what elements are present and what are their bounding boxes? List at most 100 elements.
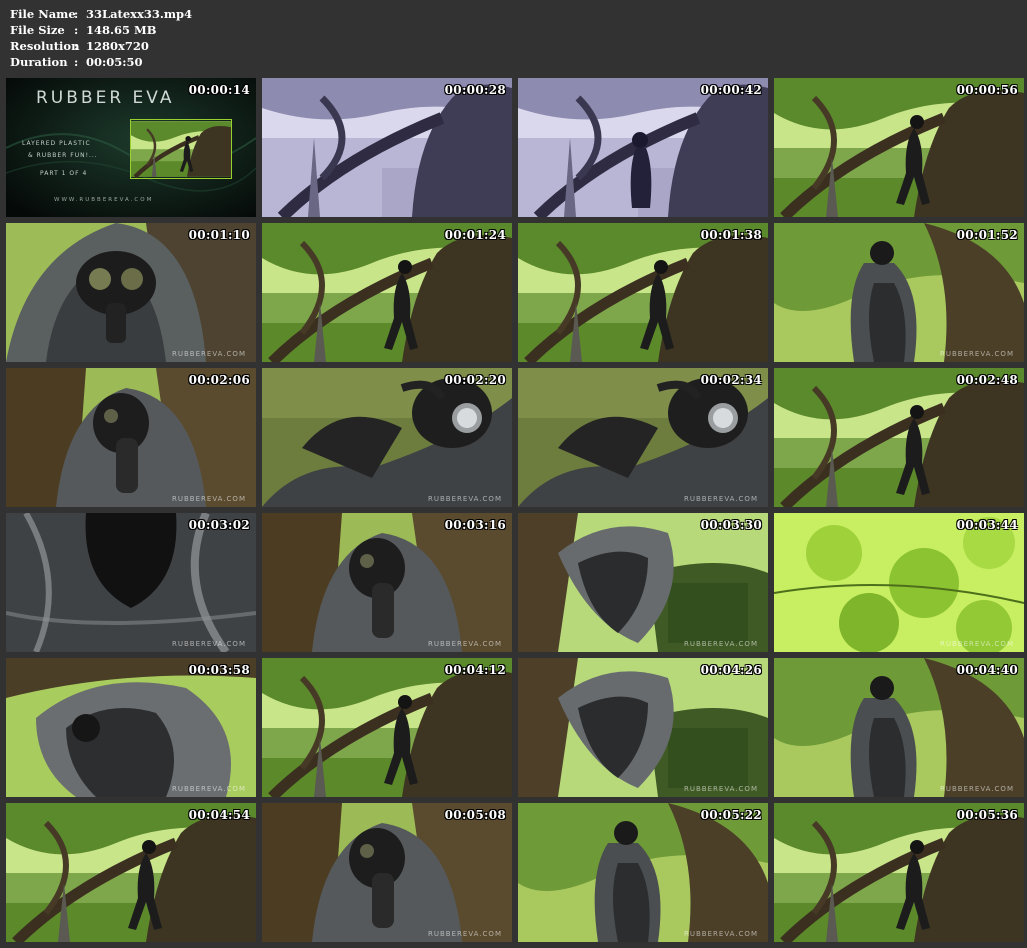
resolution-value: 1280x720 bbox=[86, 39, 149, 53]
thumbnail[interactable]: 00:00:56 bbox=[774, 78, 1024, 217]
duration-value: 00:05:50 bbox=[86, 55, 143, 69]
timestamp: 00:03:30 bbox=[700, 518, 762, 532]
title-card-url: WWW.RUBBEREVA.COM bbox=[54, 197, 154, 203]
timestamp: 00:02:20 bbox=[444, 373, 506, 387]
title-card-subtitle-2: & RUBBER FUN!... bbox=[28, 152, 98, 159]
watermark: RUBBEREVA.COM bbox=[172, 495, 246, 503]
thumbnail-image bbox=[6, 513, 256, 652]
watermark: RUBBEREVA.COM bbox=[684, 495, 758, 503]
thumbnail-image bbox=[6, 368, 256, 507]
timestamp: 00:05:08 bbox=[444, 808, 506, 822]
thumbnail[interactable]: 00:01:38 bbox=[518, 223, 768, 362]
file-name-label: File Name bbox=[10, 7, 76, 21]
thumbnail[interactable]: 00:02:48 bbox=[774, 368, 1024, 507]
thumbnail-image bbox=[518, 223, 768, 362]
thumbnail[interactable]: RUBBEREVA.COM 00:04:26 bbox=[518, 658, 768, 797]
thumbnail[interactable]: 00:05:36 bbox=[774, 803, 1024, 942]
separator: : bbox=[74, 7, 79, 21]
timestamp: 00:03:58 bbox=[188, 663, 250, 677]
watermark: RUBBEREVA.COM bbox=[428, 930, 502, 938]
watermark: RUBBEREVA.COM bbox=[428, 495, 502, 503]
thumbnail-image bbox=[518, 803, 768, 942]
separator: : bbox=[74, 55, 79, 69]
thumbnail-image bbox=[262, 223, 512, 362]
watermark: RUBBEREVA.COM bbox=[172, 785, 246, 793]
thumbnail[interactable]: 00:00:28 bbox=[262, 78, 512, 217]
thumbnail-image bbox=[6, 803, 256, 942]
title-card-brand: RUBBER EVA bbox=[36, 88, 175, 108]
timestamp: 00:01:10 bbox=[188, 228, 250, 242]
watermark: RUBBEREVA.COM bbox=[428, 640, 502, 648]
thumbnail-image bbox=[262, 368, 512, 507]
thumbnail-image bbox=[6, 223, 256, 362]
watermark: RUBBEREVA.COM bbox=[940, 350, 1014, 358]
duration-label: Duration bbox=[10, 55, 68, 69]
thumbnail[interactable]: RUBBEREVA.COM 00:02:06 bbox=[6, 368, 256, 507]
thumbnail[interactable]: RUBBEREVA.COM 00:03:44 bbox=[774, 513, 1024, 652]
file-name-value: 33Latexx33.mp4 bbox=[86, 7, 193, 21]
thumbnail-image bbox=[262, 803, 512, 942]
thumbnail[interactable]: RUBBEREVA.COM 00:03:30 bbox=[518, 513, 768, 652]
timestamp: 00:05:36 bbox=[956, 808, 1018, 822]
thumbnail-image bbox=[774, 368, 1024, 507]
timestamp: 00:04:12 bbox=[444, 663, 506, 677]
thumbnail[interactable]: RUBBEREVA.COM 00:05:22 bbox=[518, 803, 768, 942]
thumbnail[interactable]: RUBBEREVA.COM 00:02:34 bbox=[518, 368, 768, 507]
thumbnail[interactable]: 00:04:12 bbox=[262, 658, 512, 797]
thumbnail[interactable]: RUBBEREVA.COM 00:04:40 bbox=[774, 658, 1024, 797]
thumbnail-grid: RUBBER EVA LAYERED PLASTIC & RUBBER FUN!… bbox=[6, 78, 1024, 942]
thumbnail-image bbox=[518, 513, 768, 652]
timestamp: 00:02:34 bbox=[700, 373, 762, 387]
timestamp: 00:05:22 bbox=[700, 808, 762, 822]
thumbnail[interactable]: 00:01:24 bbox=[262, 223, 512, 362]
resolution-row: Resolution : 1280x720 bbox=[10, 38, 192, 54]
thumbnail[interactable]: RUBBEREVA.COM 00:03:16 bbox=[262, 513, 512, 652]
timestamp: 00:02:06 bbox=[188, 373, 250, 387]
thumbnail[interactable]: RUBBEREVA.COM 00:05:08 bbox=[262, 803, 512, 942]
thumbnail-image bbox=[518, 368, 768, 507]
file-size-row: File Size : 148.65 MB bbox=[10, 22, 192, 38]
timestamp: 00:04:26 bbox=[700, 663, 762, 677]
separator: : bbox=[74, 23, 79, 37]
timestamp: 00:03:44 bbox=[956, 518, 1018, 532]
timestamp: 00:00:56 bbox=[956, 83, 1018, 97]
thumbnail[interactable]: RUBBEREVA.COM 00:03:58 bbox=[6, 658, 256, 797]
thumbnail[interactable]: 00:00:42 bbox=[518, 78, 768, 217]
thumbnail[interactable]: RUBBEREVA.COM 00:03:02 bbox=[6, 513, 256, 652]
thumbnail-image bbox=[518, 78, 768, 217]
separator: : bbox=[74, 39, 79, 53]
thumbnail-image bbox=[262, 658, 512, 797]
timestamp: 00:03:16 bbox=[444, 518, 506, 532]
file-size-value: 148.65 MB bbox=[86, 23, 157, 37]
watermark: RUBBEREVA.COM bbox=[684, 930, 758, 938]
duration-row: Duration : 00:05:50 bbox=[10, 54, 192, 70]
thumbnail[interactable]: RUBBER EVA LAYERED PLASTIC & RUBBER FUN!… bbox=[6, 78, 256, 217]
title-card-inset bbox=[130, 119, 232, 179]
thumbnail-image bbox=[774, 803, 1024, 942]
thumbnail-image bbox=[774, 513, 1024, 652]
thumbnail-image bbox=[774, 223, 1024, 362]
thumbnail-image bbox=[262, 513, 512, 652]
timestamp: 00:00:14 bbox=[188, 83, 250, 97]
timestamp: 00:04:40 bbox=[956, 663, 1018, 677]
thumbnail[interactable]: RUBBEREVA.COM 00:01:52 bbox=[774, 223, 1024, 362]
watermark: RUBBEREVA.COM bbox=[940, 785, 1014, 793]
thumbnail-image bbox=[6, 658, 256, 797]
thumbnail-image bbox=[518, 658, 768, 797]
thumbnail-image bbox=[774, 78, 1024, 217]
title-card-subtitle-1: LAYERED PLASTIC bbox=[22, 140, 91, 147]
thumbnail-image bbox=[774, 658, 1024, 797]
timestamp: 00:00:42 bbox=[700, 83, 762, 97]
watermark: RUBBEREVA.COM bbox=[684, 785, 758, 793]
timestamp: 00:04:54 bbox=[188, 808, 250, 822]
thumbnail[interactable]: 00:04:54 bbox=[6, 803, 256, 942]
thumbnail[interactable]: RUBBEREVA.COM 00:01:10 bbox=[6, 223, 256, 362]
file-info: File Name : 33Latexx33.mp4 File Size : 1… bbox=[10, 6, 192, 70]
timestamp: 00:02:48 bbox=[956, 373, 1018, 387]
watermark: RUBBEREVA.COM bbox=[172, 640, 246, 648]
file-name-row: File Name : 33Latexx33.mp4 bbox=[10, 6, 192, 22]
watermark: RUBBEREVA.COM bbox=[172, 350, 246, 358]
timestamp: 00:01:24 bbox=[444, 228, 506, 242]
thumbnail[interactable]: RUBBEREVA.COM 00:02:20 bbox=[262, 368, 512, 507]
timestamp: 00:03:02 bbox=[188, 518, 250, 532]
